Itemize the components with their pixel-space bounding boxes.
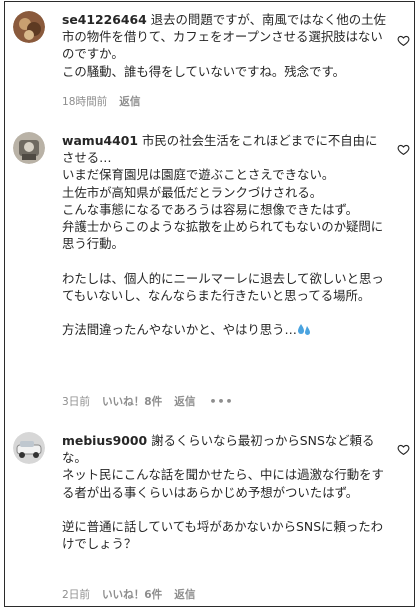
comment-text: wamu4401 市民の社会生活をこれほどまでに不自由にさせる… いまだ保育園児は… xyxy=(62,133,384,338)
user-avatar-icon[interactable] xyxy=(13,132,45,164)
user-avatar-icon[interactable] xyxy=(13,432,45,464)
user-avatar-icon[interactable] xyxy=(13,11,45,43)
comment-text: se41226464 退去の問題ですが、南風ではなく他の土佐市の物件を借りて、カフ… xyxy=(62,12,386,79)
likes-count[interactable]: いいね！8件 xyxy=(102,394,162,409)
reply-button[interactable]: 返信 xyxy=(174,587,195,602)
comment-username[interactable]: mebius9000 xyxy=(62,433,147,448)
comment-meta: 18時間前 返信 xyxy=(62,94,140,109)
comment-time: 18時間前 xyxy=(62,96,108,108)
heart-outline-icon[interactable] xyxy=(397,143,410,156)
reply-button[interactable]: 返信 xyxy=(174,394,195,409)
comment-time: 3日前 xyxy=(62,396,90,408)
more-options-icon[interactable]: ••• xyxy=(209,395,233,408)
likes-count[interactable]: いいね！6件 xyxy=(102,587,162,602)
comments-panel: se41226464 退去の問題ですが、南風ではなく他の土佐市の物件を借りて、カフ… xyxy=(4,1,415,607)
reply-button[interactable]: 返信 xyxy=(119,94,140,109)
comment-username[interactable]: se41226464 xyxy=(62,12,147,27)
comment-meta: 3日前 いいね！8件 返信 ••• xyxy=(62,394,234,409)
comment-time: 2日前 xyxy=(62,589,90,601)
comment-meta: 2日前 いいね！6件 返信 xyxy=(62,587,195,602)
comment-text: mebius9000 謝るくらいなら最初っからSNSなど頼るな。 ネット民にこんな… xyxy=(62,433,384,552)
sweat-drops-icon xyxy=(297,323,311,336)
heart-outline-icon[interactable] xyxy=(397,443,410,456)
heart-outline-icon[interactable] xyxy=(397,34,410,47)
comment-username[interactable]: wamu4401 xyxy=(62,133,138,148)
